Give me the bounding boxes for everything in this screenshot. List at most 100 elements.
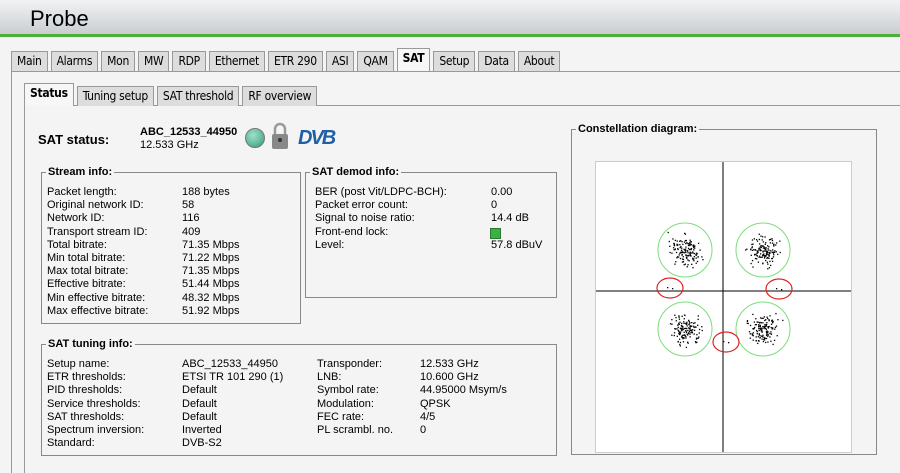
symbol-point <box>701 329 703 332</box>
symbol-point <box>764 236 766 238</box>
symbol-point <box>679 252 681 254</box>
symbol-point <box>753 238 756 240</box>
symbol-point <box>758 243 761 245</box>
symbol-point <box>687 247 690 250</box>
symbol-point <box>755 329 758 332</box>
symbol-point <box>695 338 698 340</box>
tuning-info-label: PL scrambl. no. <box>317 424 394 436</box>
symbol-point <box>765 319 767 321</box>
symbol-point <box>687 255 689 257</box>
symbol-point <box>685 331 688 334</box>
symbol-point <box>671 334 673 336</box>
symbol-point <box>679 327 682 329</box>
symbol-point <box>761 338 763 340</box>
tab-qam[interactable]: QAM <box>357 51 394 71</box>
symbol-point <box>762 325 764 328</box>
symbol-point <box>757 336 759 338</box>
symbol-point <box>764 243 766 245</box>
symbol-point <box>682 251 684 253</box>
subtab-status[interactable]: Status <box>24 83 74 106</box>
symbol-point <box>694 340 697 343</box>
symbol-point <box>677 326 679 329</box>
symbol-point <box>687 342 689 344</box>
subtab-tuning-setup[interactable]: Tuning setup <box>76 86 154 106</box>
outlier-marker <box>712 331 740 353</box>
tab-etr-290[interactable]: ETR 290 <box>267 51 323 71</box>
symbol-point <box>758 340 760 342</box>
symbol-point <box>695 257 697 259</box>
symbol-point <box>692 244 694 247</box>
symbol-point <box>751 249 754 252</box>
tab-ethernet[interactable]: Ethernet <box>208 51 265 71</box>
tab-alarms[interactable]: Alarms <box>50 51 99 71</box>
symbol-point <box>756 331 758 333</box>
symbol-point <box>753 249 755 251</box>
symbol-point <box>752 328 755 330</box>
symbol-point <box>687 329 689 332</box>
symbol-point <box>668 240 670 243</box>
symbol-point <box>752 313 754 316</box>
symbol-point <box>671 252 673 254</box>
symbol-point <box>674 239 676 242</box>
tuning-info-label: Modulation: <box>317 397 374 410</box>
symbol-point <box>673 245 676 247</box>
tab-main[interactable]: Main <box>11 51 48 71</box>
symbol-point <box>765 341 767 344</box>
symbol-point <box>777 319 779 321</box>
symbol-point <box>768 251 770 254</box>
symbol-point <box>676 240 678 242</box>
symbol-point <box>759 324 761 327</box>
symbol-point <box>767 326 770 328</box>
symbol-point <box>781 289 783 291</box>
symbol-point <box>756 240 759 242</box>
symbol-point <box>683 252 685 254</box>
symbol-point <box>680 245 682 248</box>
tuning-info-label: ETR thresholds: <box>47 371 126 384</box>
tab-rdp[interactable]: RDP <box>172 51 206 71</box>
tab-setup[interactable]: Setup <box>433 51 476 71</box>
symbol-point <box>677 324 679 326</box>
tuning-info-label: PID thresholds: <box>47 384 123 397</box>
subtab-sat-threshold[interactable]: SAT threshold <box>156 86 240 106</box>
stream-info-value: 116 <box>182 212 200 225</box>
constellation-title: Constellation diagram: <box>578 123 698 135</box>
symbol-point <box>749 333 751 335</box>
tab-mon[interactable]: Mon <box>101 51 136 71</box>
demod-info-label: Packet error count: <box>315 199 408 212</box>
symbol-point <box>693 258 695 260</box>
symbol-point <box>685 256 688 258</box>
symbol-point <box>688 260 690 262</box>
stream-info-label: Original network ID: <box>47 199 144 212</box>
symbol-point <box>669 245 671 247</box>
symbol-point <box>760 317 762 319</box>
tab-mw[interactable]: MW <box>138 51 170 71</box>
subtab-rf-overview[interactable]: RF overview <box>242 86 318 106</box>
tuning-info-label: FEC rate: <box>317 410 365 423</box>
symbol-point <box>667 287 669 289</box>
symbol-point <box>771 319 773 322</box>
symbol-point <box>761 239 763 241</box>
symbol-point <box>762 262 764 264</box>
dvb-logo: DVB <box>298 127 336 149</box>
symbol-point <box>754 254 756 256</box>
stream-info-label: Network ID: <box>47 212 105 225</box>
symbol-point <box>763 339 766 341</box>
decision-circle <box>735 222 791 278</box>
symbol-point <box>692 267 694 269</box>
symbol-point <box>669 251 671 254</box>
tab-asi[interactable]: ASI <box>325 51 355 71</box>
symbol-point <box>678 315 680 317</box>
symbol-point <box>677 256 680 258</box>
tab-about[interactable]: About <box>517 51 561 71</box>
symbol-point <box>693 252 696 255</box>
stream-info-label: Min total bitrate: <box>47 252 126 264</box>
symbol-point <box>763 337 766 340</box>
symbol-point <box>675 251 678 254</box>
stream-info-label: Max effective bitrate: <box>47 304 149 317</box>
tab-data[interactable]: Data <box>478 51 515 71</box>
symbol-point <box>775 242 778 244</box>
symbol-point <box>764 327 767 330</box>
symbol-point <box>682 334 684 336</box>
tab-sat[interactable]: SAT <box>396 48 431 71</box>
symbol-point <box>761 329 763 331</box>
